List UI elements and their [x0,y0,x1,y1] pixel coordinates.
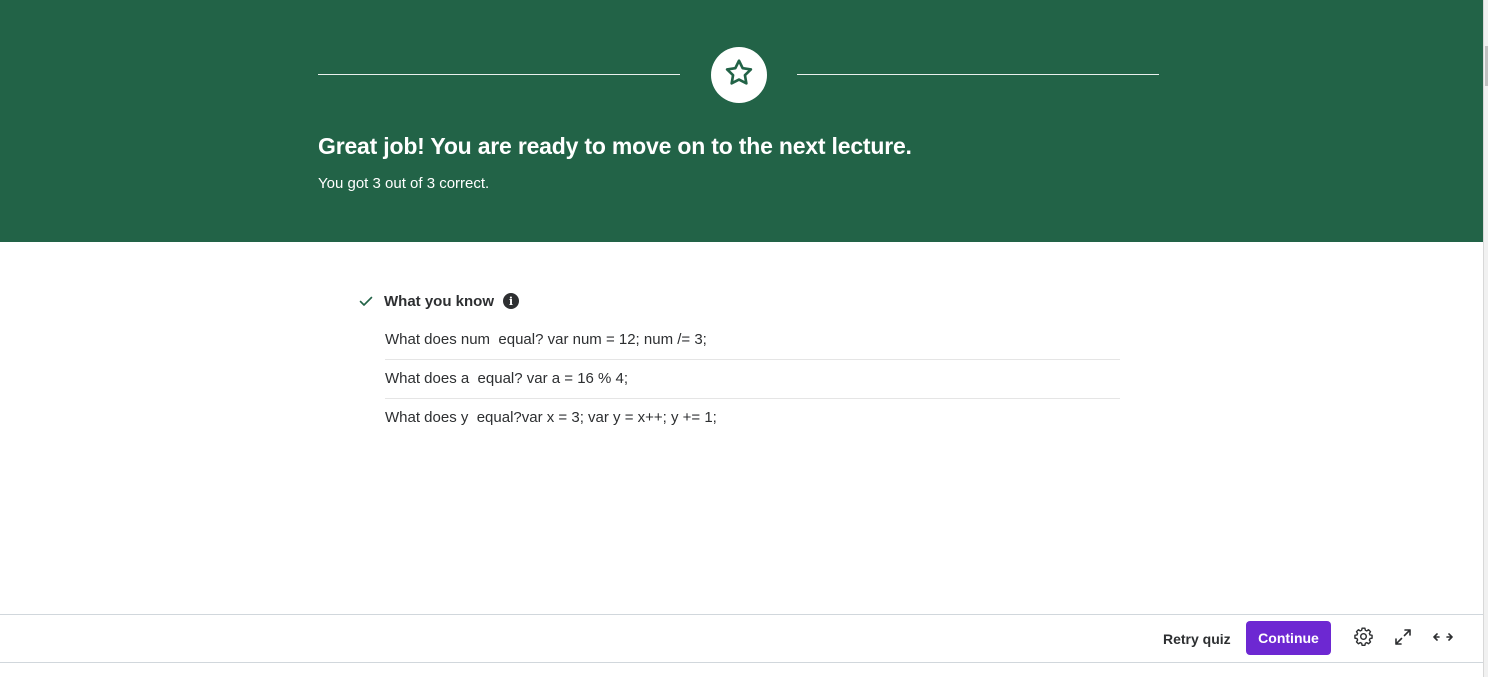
wide-view-button[interactable] [1431,626,1455,650]
banner-divider-right [797,74,1159,75]
wide-view-icon [1432,630,1454,647]
what-you-know-title: What you know [384,292,494,310]
star-badge [711,47,767,103]
banner-divider-left [318,74,680,75]
result-banner: Great job! You are ready to move on to t… [0,0,1483,242]
question-list: What does num equal? var num = 12; num /… [385,321,1120,437]
info-icon[interactable]: i [503,293,519,309]
check-icon [358,293,374,309]
bottom-toolbar: Retry quiz Continue [0,614,1483,663]
star-icon [723,57,755,94]
gear-icon [1353,626,1374,650]
result-score: You got 3 out of 3 correct. [318,175,490,192]
question-item: What does y equal?var x = 3; var y = x++… [385,409,717,426]
question-item: What does num equal? var num = 12; num /… [385,321,1120,360]
what-you-know-header: What you know i [358,290,519,312]
question-item: What does a equal? var a = 16 % 4; [385,360,1120,399]
settings-button[interactable] [1351,626,1375,650]
fullscreen-button[interactable] [1391,626,1415,650]
expand-icon [1393,627,1413,650]
page-scrollbar[interactable] [1483,0,1488,677]
quiz-result-page: Great job! You are ready to move on to t… [0,0,1488,677]
retry-quiz-button[interactable]: Retry quiz [1155,623,1239,655]
result-title: Great job! You are ready to move on to t… [318,133,912,159]
continue-button[interactable]: Continue [1246,621,1331,655]
